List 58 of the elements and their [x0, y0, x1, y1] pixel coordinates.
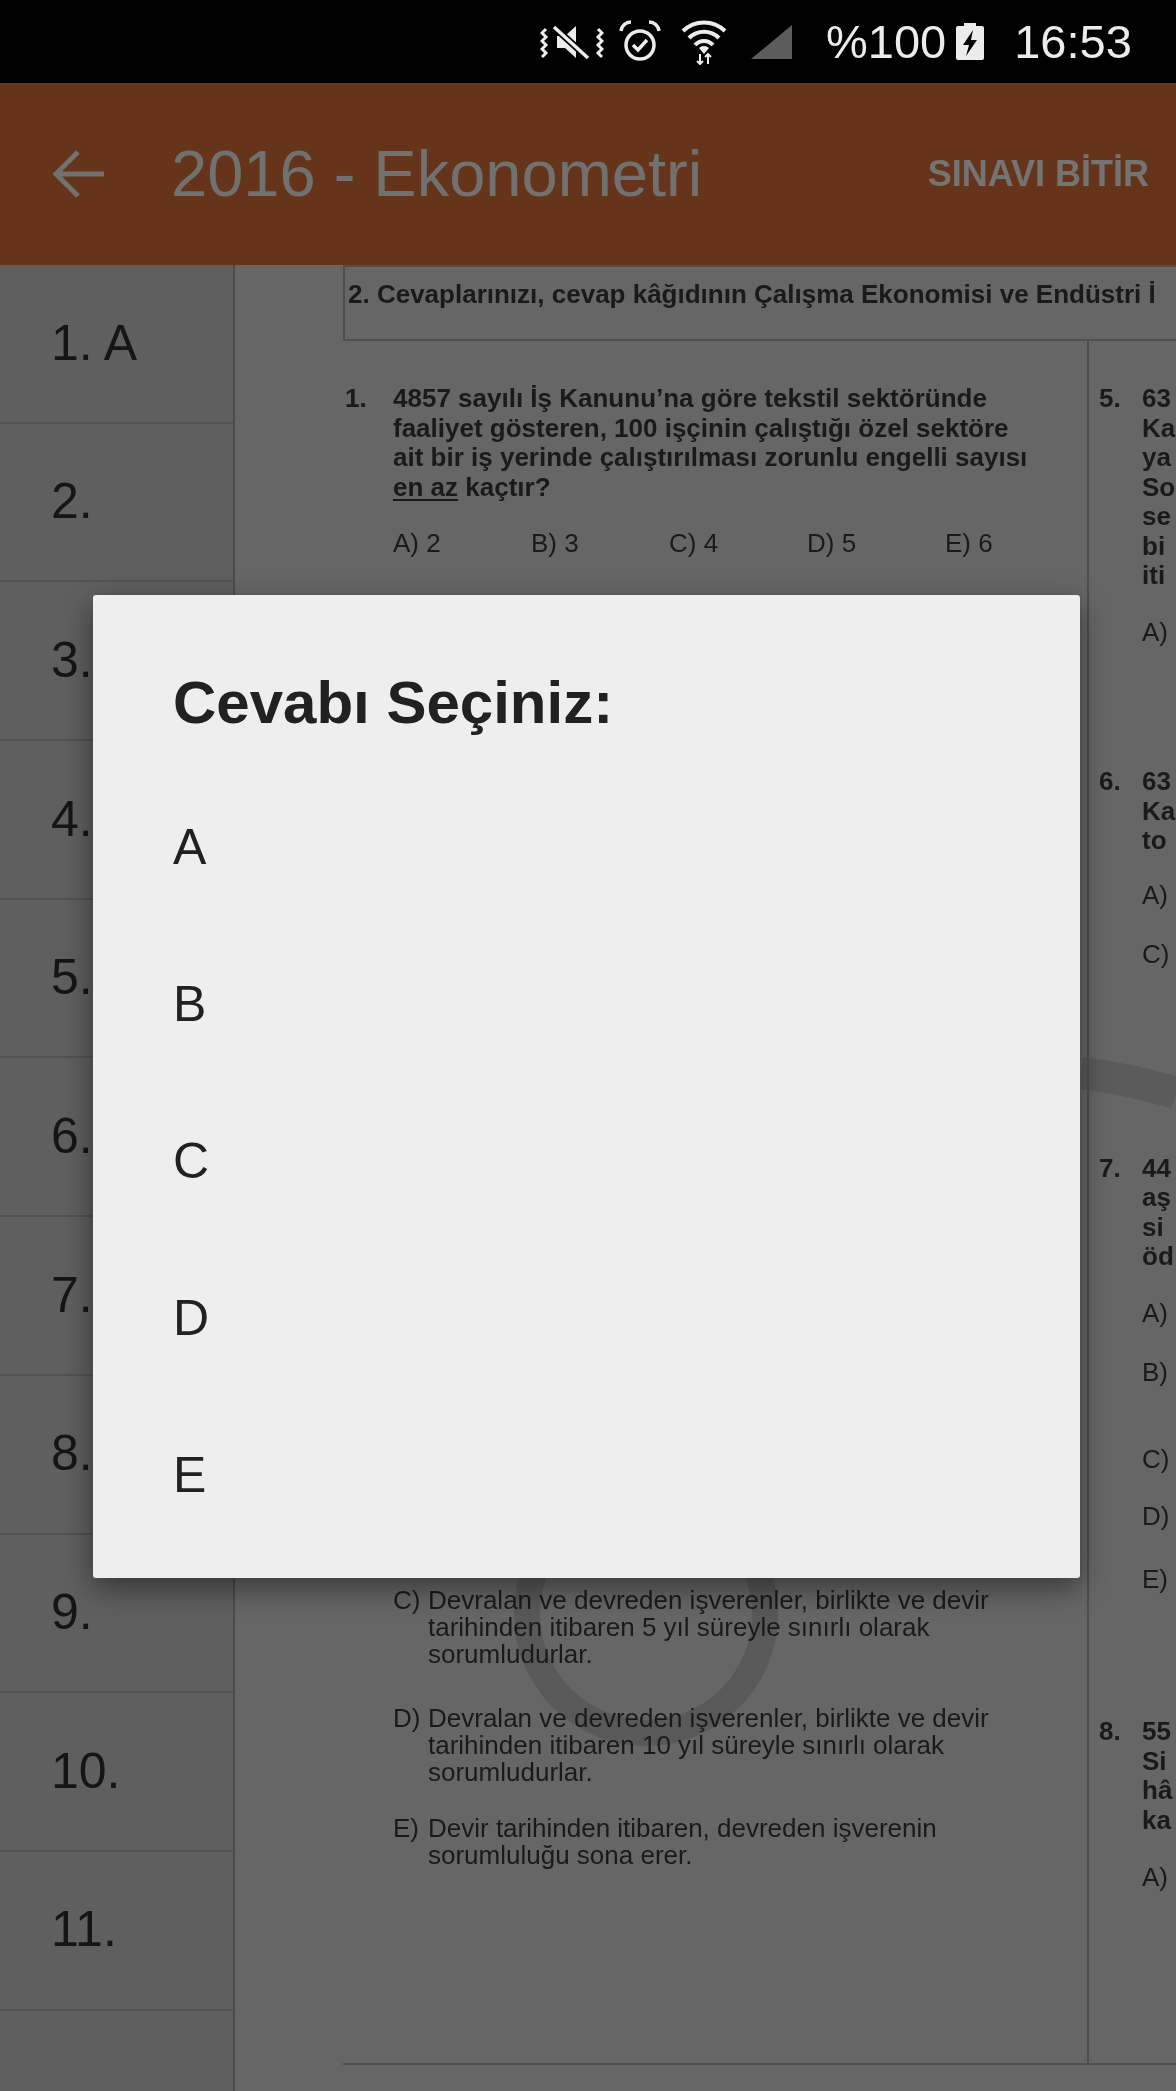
answer-option[interactable]: E — [173, 1446, 207, 1505]
option-text: Devir tarihinden itibaren, devreden işverenin sorumluluğu sona erer. — [428, 1814, 937, 1869]
question-number: 8. — [1099, 1717, 1122, 1748]
answer-choice: C) — [1142, 939, 1170, 969]
answer-choice: D) 5 — [807, 529, 858, 559]
answer-choice: A) — [1142, 879, 1168, 910]
answer-option[interactable]: C — [173, 1132, 210, 1191]
question-text: 63 Ka to — [1142, 767, 1176, 856]
answer-choice: B) 3 — [531, 529, 580, 559]
option-letter: E) — [393, 1814, 420, 1845]
answer-choice: C) — [1142, 1443, 1170, 1474]
answer-choice: E) — [1142, 1563, 1168, 1594]
answer-choice: A) 2 — [393, 529, 442, 559]
option-letter: C) — [393, 1586, 422, 1617]
question-nav-item[interactable]: 8. — [51, 1425, 93, 1483]
question-nav-item[interactable]: 2. — [51, 473, 93, 531]
answer-choice: B) — [1142, 1357, 1168, 1387]
question-nav-item[interactable]: 3. — [51, 631, 93, 690]
answer-choice: C) 4 — [669, 529, 720, 559]
instruction-text: 2. Cevaplarınızı, cevap kâğıdının Çalışma Ekonomisi ve Endüstri İ — [348, 280, 1157, 310]
back-arrow-icon[interactable] — [52, 149, 105, 199]
question-text: 63 Ka ya So se bi iti — [1142, 384, 1176, 591]
question-nav-item[interactable]: 10. — [51, 1742, 121, 1801]
question-number: 6. — [1099, 767, 1122, 798]
answer-choice: A) — [1142, 616, 1168, 647]
question-number: 5. — [1099, 384, 1122, 415]
question-nav-item[interactable]: 6. — [51, 1108, 93, 1166]
question-nav-item[interactable]: 4. — [51, 790, 93, 849]
answer-option[interactable]: A — [173, 818, 207, 877]
dialog-title: Cevabı Seçiniz: — [173, 668, 615, 738]
answer-option[interactable]: B — [173, 975, 207, 1034]
option-letter: D) — [393, 1704, 422, 1735]
question-number: 1. — [345, 384, 368, 415]
battery-charging-icon — [956, 23, 985, 60]
question-number: 7. — [1099, 1153, 1122, 1185]
answer-choice: E) 6 — [945, 529, 994, 559]
signal-icon — [751, 24, 792, 59]
answer-option[interactable]: D — [173, 1289, 210, 1348]
screen-title: 2016 - Ekonometri — [171, 138, 703, 210]
alarm-clock-icon — [619, 19, 661, 64]
answer-choice: A) — [1142, 1297, 1168, 1328]
answer-choice: A) — [1142, 1862, 1168, 1892]
battery-level: %100 — [826, 18, 947, 65]
finish-exam-button[interactable]: SINAVI BİTİR — [927, 154, 1149, 194]
question-text: 44 aş si öd — [1142, 1153, 1174, 1272]
question-nav-item[interactable]: 7. — [51, 1266, 93, 1325]
question-nav-item[interactable]: 1. A — [51, 314, 138, 373]
question-nav-item[interactable]: 5. — [51, 949, 93, 1007]
answer-choice: D) — [1142, 1501, 1170, 1531]
vibrate-mute-icon — [540, 22, 604, 61]
question-text: 55 Si hâ ka — [1142, 1717, 1173, 1835]
clock-time: 16:53 — [1014, 18, 1132, 65]
option-text: Devralan ve devreden işverenler, birlikte ve devir tarihinden itibaren 5 yıl süreyle sınırlı olarak sorumludurlar. — [428, 1586, 989, 1668]
question-text: 4857 sayılı İş Kanunu’na göre tekstil sektöründe faaliyet gösteren, 100 işçinin çalıştığı özel sektöre ait bir iş yerinde çalıştırılması zorunlu engelli sayısı en az kaçtır? — [393, 384, 1028, 502]
question-nav-item[interactable]: 11. — [51, 1901, 117, 1959]
option-text: Devralan ve devreden işverenler, birlikte ve devir tarihinden itibaren 10 yıl süreyle sınırlı olarak sorumludurlar. — [428, 1704, 989, 1786]
question-nav-item[interactable]: 9. — [51, 1584, 93, 1642]
wifi-icon — [680, 18, 728, 65]
